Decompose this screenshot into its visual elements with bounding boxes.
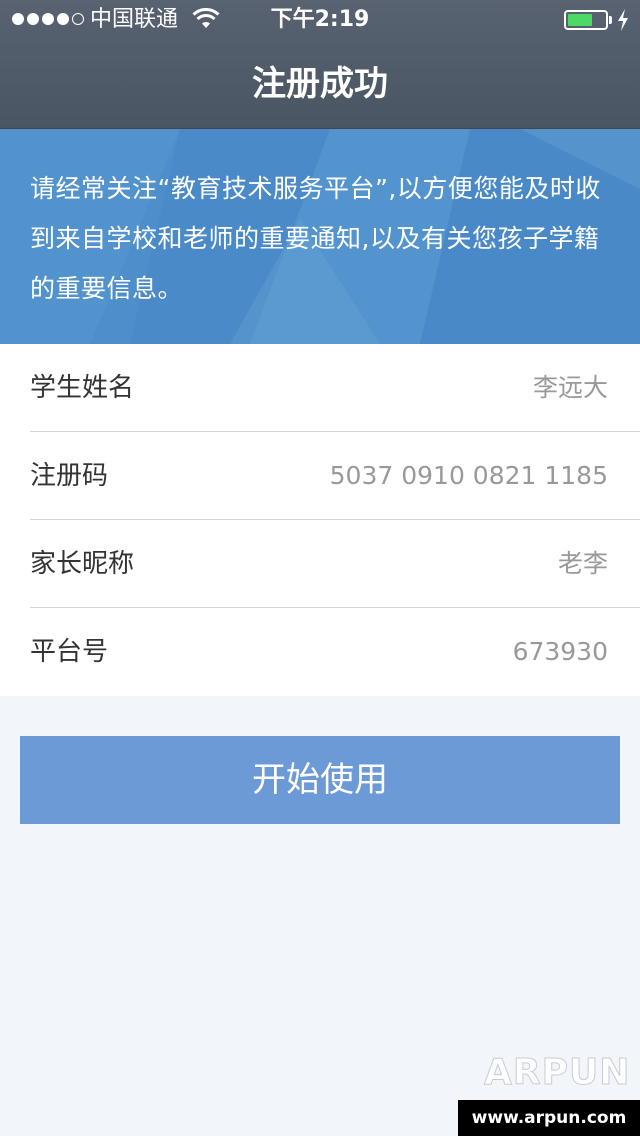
charging-icon <box>618 9 628 31</box>
banner-message: 请经常关注“教育技术服务平台”,以方便您能及时收到来自学校和老师的重要通知,以及… <box>30 174 601 303</box>
student-name-value: 李远大 <box>532 373 608 402</box>
navigation-header: 中国联通 下午2:19 注册成功 <box>0 0 640 129</box>
page-title: 注册成功 <box>252 64 388 104</box>
status-bar: 中国联通 下午2:19 <box>0 0 640 40</box>
list-row-registration-code: 注册码 5037 0910 0821 1185 <box>0 432 640 520</box>
registration-code-value: 5037 0910 0821 1185 <box>329 461 608 490</box>
info-banner: 请经常关注“教育技术服务平台”,以方便您能及时收到来自学校和老师的重要通知,以及… <box>0 129 640 344</box>
battery-icon <box>564 10 608 30</box>
parent-nickname-label: 家长昵称 <box>30 549 135 579</box>
platform-number-value: 673930 <box>512 637 608 666</box>
status-time: 下午2:19 <box>270 7 370 32</box>
platform-number-label: 平台号 <box>30 637 109 667</box>
student-name-label: 学生姓名 <box>30 373 135 403</box>
start-using-button[interactable]: 开始使用 <box>20 736 620 824</box>
battery-cap <box>609 16 612 24</box>
list-row-student-name: 学生姓名 李远大 <box>0 344 640 432</box>
list-row-parent-nickname: 家长昵称 老李 <box>0 520 640 608</box>
watermark-url: www.arpun.com <box>458 1100 640 1136</box>
registration-info-list: 学生姓名 李远大 注册码 5037 0910 0821 1185 家长昵称 老李… <box>0 344 640 696</box>
watermark-logo: ARPUN <box>483 1052 631 1094</box>
list-row-platform-number: 平台号 673930 <box>0 608 640 696</box>
registration-code-label: 注册码 <box>30 461 109 491</box>
parent-nickname-value: 老李 <box>557 549 608 578</box>
